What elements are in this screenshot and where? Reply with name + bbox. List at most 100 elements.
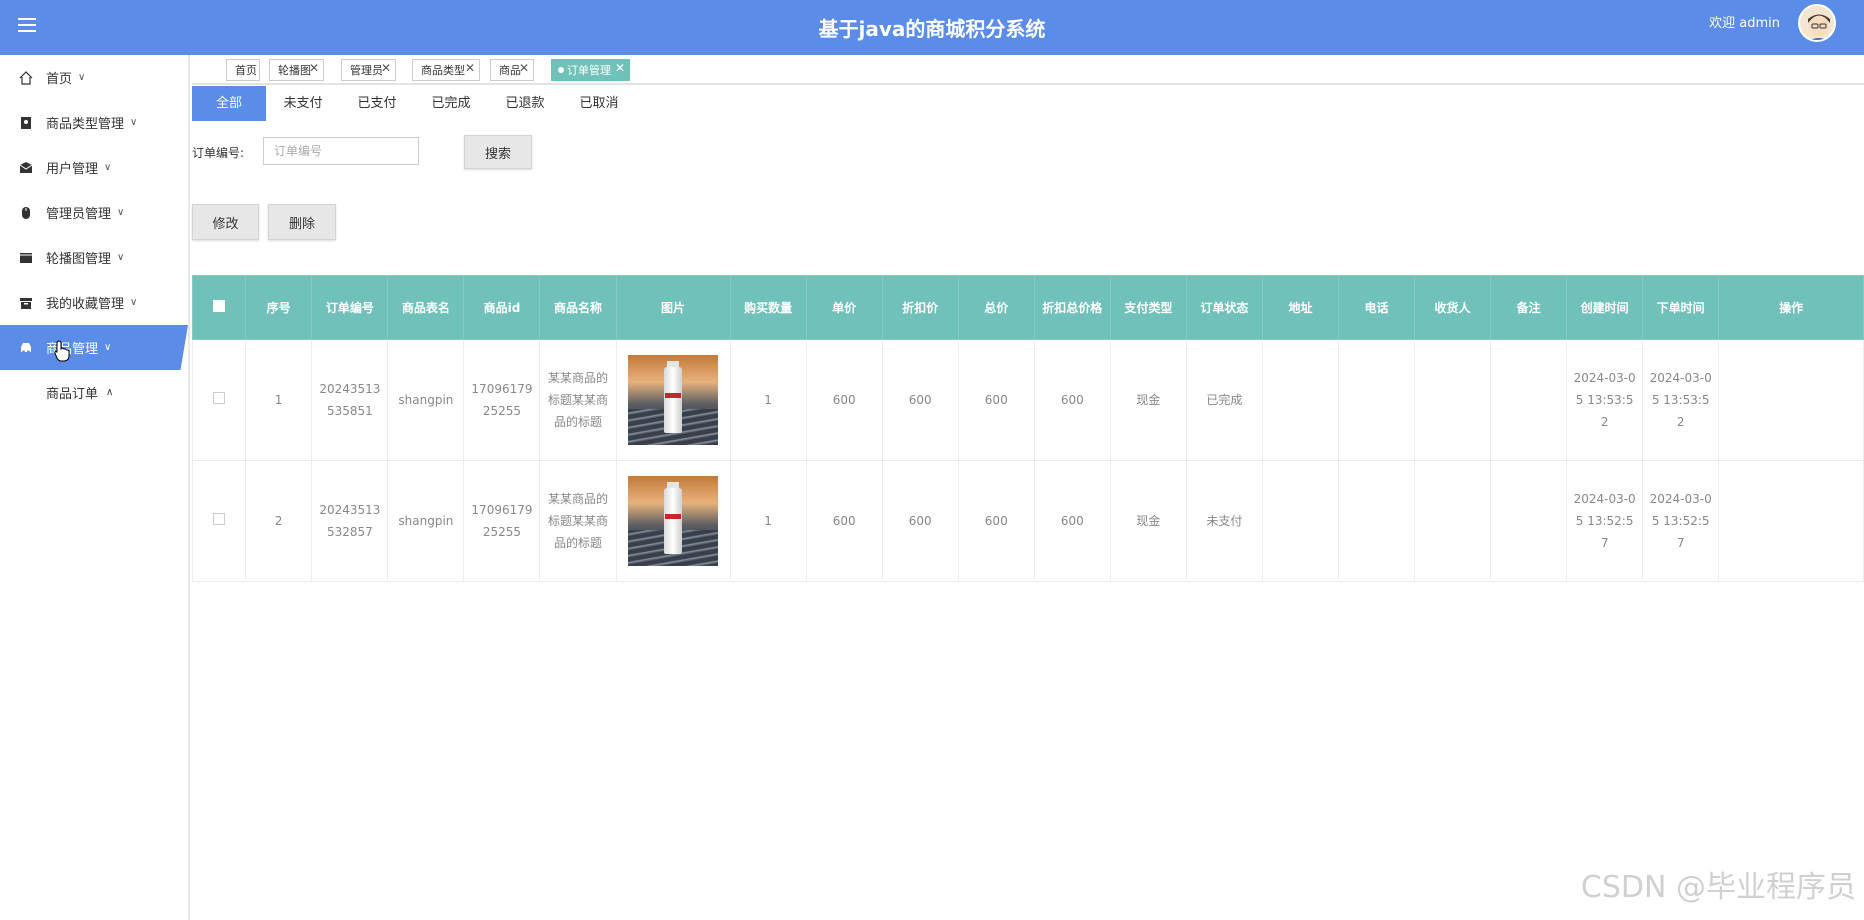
top-header: 基于java的商城积分系统 欢迎 admin (0, 0, 1864, 55)
close-icon[interactable]: ✕ (615, 61, 625, 75)
cell-price: 600 (805, 460, 883, 582)
sidebar-item-favorites[interactable]: 我的收藏管理 ∨ (0, 280, 188, 325)
sidebar-item-label: 我的收藏管理 (46, 297, 125, 312)
cell-goods-id: 1709617925255 (463, 339, 541, 461)
category-icon (18, 115, 34, 131)
tab-completed[interactable]: 已完成 (414, 86, 488, 121)
tab-cancelled[interactable]: 已取消 (562, 86, 636, 121)
column-header: 商品表名 (387, 275, 465, 340)
cell-index: 2 (244, 460, 313, 582)
column-header: 创建时间 (1566, 275, 1644, 340)
row-select-cell[interactable] (192, 339, 246, 461)
cell-actions (1718, 460, 1864, 582)
column-header: 支付类型 (1109, 275, 1187, 340)
chevron-down-icon: ∨ (78, 72, 86, 83)
sidebar: 首页 ∨ 商品类型管理 ∨ 用户管理 ∨ 管理员管理 ∨ 轮播图管理 ∨ 我的收… (0, 55, 190, 920)
tab-all[interactable]: 全部 (192, 86, 266, 121)
home-icon (18, 70, 34, 86)
chevron-down-icon: ∨ (117, 207, 125, 218)
sidebar-item-category[interactable]: 商品类型管理 ∨ (0, 100, 188, 145)
sidebar-item-label: 管理员管理 (46, 207, 112, 222)
column-header: 地址 (1261, 275, 1339, 340)
cell-image (615, 460, 731, 582)
cell-order-no: 20243513532857 (311, 460, 389, 582)
product-image[interactable] (628, 476, 719, 566)
cell-total: 600 (957, 339, 1035, 461)
table-row: 2 20243513532857 shangpin 1709617925255 … (192, 460, 1864, 582)
tab-banners[interactable]: 轮播图 ✕ (269, 59, 324, 81)
sidebar-item-admins[interactable]: 管理员管理 ∨ (0, 190, 188, 235)
sidebar-item-home[interactable]: 首页 ∨ (0, 55, 188, 100)
tab-unpaid[interactable]: 未支付 (266, 86, 340, 121)
watermark: CSDN @毕业程序员 (1580, 870, 1856, 905)
welcome-text: 欢迎 admin (1709, 16, 1780, 31)
tab-orders[interactable]: 订单管理 ✕ (551, 59, 630, 81)
sidebar-item-users[interactable]: 用户管理 ∨ (0, 145, 188, 190)
cell-remark (1490, 339, 1568, 461)
select-all-header[interactable] (192, 275, 246, 340)
tab-refunded[interactable]: 已退款 (488, 86, 562, 121)
row-select-cell[interactable] (192, 460, 246, 582)
active-dot-icon (558, 67, 564, 73)
table-header-row: 序号 订单编号 商品表名 商品id 商品名称 图片 购买数量 单价 折扣价 总价… (192, 275, 1864, 340)
sidebar-item-goods[interactable]: 商品管理 ∨ (0, 325, 188, 370)
chevron-down-icon: ∨ (117, 252, 125, 263)
column-header: 序号 (244, 275, 313, 340)
tab-goods[interactable]: 商品 ✕ (490, 59, 534, 81)
cell-table-name: shangpin (387, 339, 465, 461)
row-checkbox[interactable] (212, 513, 225, 525)
search-button[interactable]: 搜索 (464, 135, 532, 169)
column-header: 折扣价 (881, 275, 959, 340)
tab-paid[interactable]: 已支付 (340, 86, 414, 121)
chevron-down-icon: ∨ (104, 162, 112, 173)
sidebar-subitem-orders[interactable]: 商品订单 ∧ (0, 370, 188, 415)
order-no-input[interactable] (263, 137, 419, 165)
hand-cursor-icon (54, 340, 70, 362)
column-header: 订单编号 (311, 275, 389, 340)
cell-discount-total: 600 (1033, 460, 1111, 582)
cell-created: 2024-03-05 13:52:57 (1566, 460, 1644, 582)
tab-label: 商品 (499, 64, 521, 77)
app-title: 基于java的商城积分系统 (818, 17, 1046, 41)
sidebar-subitem-label: 商品订单 (46, 387, 99, 402)
delete-button[interactable]: 删除 (268, 204, 336, 240)
cell-price: 600 (805, 339, 883, 461)
column-header: 订单状态 (1185, 275, 1263, 340)
sidebar-item-label: 首页 (46, 72, 73, 87)
close-icon[interactable]: ✕ (519, 61, 529, 75)
close-icon[interactable]: ✕ (309, 61, 319, 75)
select-all-checkbox[interactable] (212, 299, 225, 312)
column-header: 折扣总价格 (1033, 275, 1111, 340)
tab-category[interactable]: 商品类型 ✕ (412, 59, 480, 81)
close-icon[interactable]: ✕ (381, 61, 391, 75)
tab-label: 轮播图 (278, 64, 311, 77)
cell-remark (1490, 460, 1568, 582)
cell-status: 未支付 (1185, 460, 1263, 582)
product-image[interactable] (628, 355, 719, 445)
tab-home[interactable]: 首页 (226, 59, 260, 81)
sidebar-item-banners[interactable]: 轮播图管理 ∨ (0, 235, 188, 280)
row-checkbox[interactable] (212, 392, 225, 404)
orders-table: 序号 订单编号 商品表名 商品id 商品名称 图片 购买数量 单价 折扣价 总价… (192, 275, 1864, 582)
cell-index: 1 (244, 339, 313, 461)
tab-label: 首页 (235, 64, 257, 77)
edit-button[interactable]: 修改 (192, 204, 259, 240)
cell-ordered: 2024-03-05 13:53:52 (1642, 339, 1720, 461)
cell-order-no: 20243513535851 (311, 339, 389, 461)
tab-admins[interactable]: 管理员 ✕ (341, 59, 396, 81)
column-header: 单价 (805, 275, 883, 340)
column-header: 图片 (615, 275, 731, 340)
avatar[interactable] (1798, 4, 1836, 42)
chevron-down-icon: ∨ (130, 117, 138, 128)
cell-goods-name: 某某商品的标题某某商品的标题 (539, 339, 617, 461)
sidebar-item-label: 商品类型管理 (46, 117, 125, 132)
status-filter-tabs: 全部 未支付 已支付 已完成 已退款 已取消 (192, 86, 636, 121)
order-no-label: 订单编号: (192, 146, 245, 160)
chevron-down-icon: ∨ (104, 342, 112, 353)
column-header: 电话 (1337, 275, 1416, 340)
car-icon (18, 340, 34, 356)
close-icon[interactable]: ✕ (465, 61, 475, 75)
cell-discount-price: 600 (881, 339, 959, 461)
tab-label: 商品类型 (421, 64, 465, 77)
sidebar-item-label: 轮播图管理 (46, 252, 112, 267)
